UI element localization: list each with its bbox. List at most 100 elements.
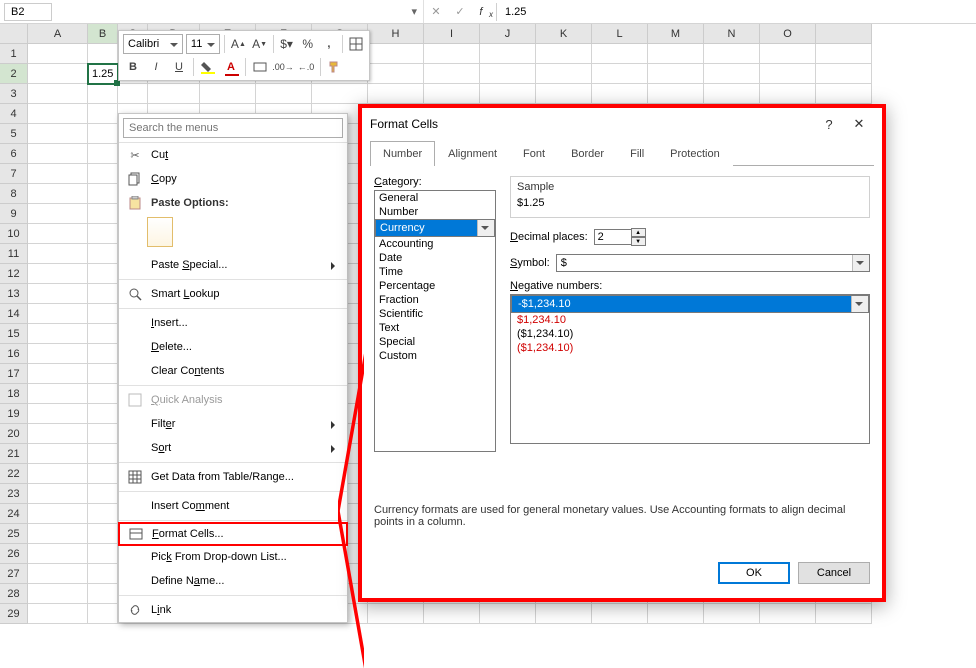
cell[interactable] [28, 184, 88, 204]
tab-alignment[interactable]: Alignment [435, 141, 510, 166]
symbol-select[interactable]: $ [556, 254, 870, 272]
category-item[interactable]: Currency [375, 219, 495, 237]
cell[interactable] [28, 204, 88, 224]
cell[interactable] [536, 604, 592, 624]
cell[interactable] [88, 464, 118, 484]
cell[interactable] [816, 604, 872, 624]
cell[interactable] [536, 84, 592, 104]
cell[interactable] [88, 284, 118, 304]
cell[interactable] [88, 504, 118, 524]
cell[interactable] [480, 44, 536, 64]
cell[interactable] [480, 84, 536, 104]
cell[interactable] [28, 404, 88, 424]
cell[interactable] [28, 564, 88, 584]
cell[interactable] [592, 64, 648, 84]
cell[interactable] [28, 124, 88, 144]
cell[interactable] [28, 324, 88, 344]
negative-option[interactable]: ($1,234.10) [511, 327, 869, 341]
cell[interactable] [28, 264, 88, 284]
cell[interactable] [648, 64, 704, 84]
cell[interactable] [88, 44, 118, 64]
cell[interactable] [28, 344, 88, 364]
row-header[interactable]: 3 [0, 84, 28, 104]
cell[interactable] [28, 524, 88, 544]
spin-up-icon[interactable]: ▲ [631, 228, 646, 237]
cell[interactable] [28, 584, 88, 604]
cell[interactable] [592, 604, 648, 624]
column-header[interactable]: L [592, 24, 648, 44]
negative-option[interactable]: -$1,234.10 [511, 295, 869, 313]
cell[interactable] [88, 564, 118, 584]
menu-link[interactable]: Link [119, 598, 347, 622]
category-item[interactable]: Text [375, 321, 495, 335]
borders-icon[interactable] [347, 34, 365, 54]
category-item[interactable]: Date [375, 251, 495, 265]
cancel-button[interactable]: Cancel [798, 562, 870, 584]
decrease-font-icon[interactable]: A▼ [250, 34, 268, 54]
tab-protection[interactable]: Protection [657, 141, 733, 166]
cell[interactable] [312, 84, 368, 104]
cell[interactable] [88, 124, 118, 144]
row-header[interactable]: 2 [0, 64, 28, 84]
column-header[interactable]: B [88, 24, 118, 44]
row-header[interactable]: 15 [0, 324, 28, 344]
category-item[interactable]: Scientific [375, 307, 495, 321]
fx-icon[interactable]: f [472, 6, 496, 18]
menu-copy[interactable]: Copy [119, 167, 347, 191]
tab-number[interactable]: Number [370, 141, 435, 166]
cell[interactable] [28, 504, 88, 524]
row-header[interactable]: 9 [0, 204, 28, 224]
tab-border[interactable]: Border [558, 141, 617, 166]
row-header[interactable]: 21 [0, 444, 28, 464]
tab-fill[interactable]: Fill [617, 141, 657, 166]
cell[interactable] [704, 44, 760, 64]
row-header[interactable]: 29 [0, 604, 28, 624]
underline-icon[interactable]: U [169, 57, 189, 77]
cell[interactable] [760, 44, 816, 64]
row-header[interactable]: 23 [0, 484, 28, 504]
cell[interactable] [704, 64, 760, 84]
column-header[interactable]: M [648, 24, 704, 44]
ok-button[interactable]: OK [718, 562, 790, 584]
row-header[interactable]: 18 [0, 384, 28, 404]
bold-icon[interactable]: B [123, 57, 143, 77]
menu-define-name[interactable]: Define Name... [119, 569, 347, 593]
row-header[interactable]: 12 [0, 264, 28, 284]
paste-default-icon[interactable] [147, 217, 173, 247]
cell[interactable] [28, 244, 88, 264]
menu-cut[interactable]: ✂Cut [119, 143, 347, 167]
cell[interactable] [88, 344, 118, 364]
category-item[interactable]: Custom [375, 349, 495, 363]
cell[interactable] [648, 44, 704, 64]
cell[interactable] [816, 64, 872, 84]
cell[interactable] [256, 84, 312, 104]
cell[interactable] [28, 464, 88, 484]
row-header[interactable]: 25 [0, 524, 28, 544]
name-box-dropdown[interactable]: ▾ [54, 0, 424, 23]
column-header[interactable]: A [28, 24, 88, 44]
menu-delete[interactable]: Delete... [119, 335, 347, 359]
cell[interactable] [88, 544, 118, 564]
column-header[interactable]: I [424, 24, 480, 44]
column-header[interactable]: K [536, 24, 592, 44]
row-header[interactable]: 19 [0, 404, 28, 424]
row-header[interactable]: 4 [0, 104, 28, 124]
row-header[interactable]: 22 [0, 464, 28, 484]
column-header[interactable]: N [704, 24, 760, 44]
cell[interactable] [28, 64, 88, 84]
cell[interactable] [368, 84, 424, 104]
spin-down-icon[interactable]: ▼ [631, 237, 646, 246]
format-painter-icon[interactable] [325, 57, 345, 77]
row-header[interactable]: 17 [0, 364, 28, 384]
cell[interactable] [28, 144, 88, 164]
cell[interactable] [88, 524, 118, 544]
column-header[interactable]: O [760, 24, 816, 44]
decimal-places-spinner[interactable]: ▲▼ [594, 228, 646, 246]
cell[interactable] [28, 164, 88, 184]
italic-icon[interactable]: I [146, 57, 166, 77]
menu-insert[interactable]: Insert... [119, 311, 347, 335]
row-header[interactable]: 6 [0, 144, 28, 164]
increase-font-icon[interactable]: A▲ [229, 34, 247, 54]
menu-filter[interactable]: Filter [119, 412, 347, 436]
category-item[interactable]: Special [375, 335, 495, 349]
